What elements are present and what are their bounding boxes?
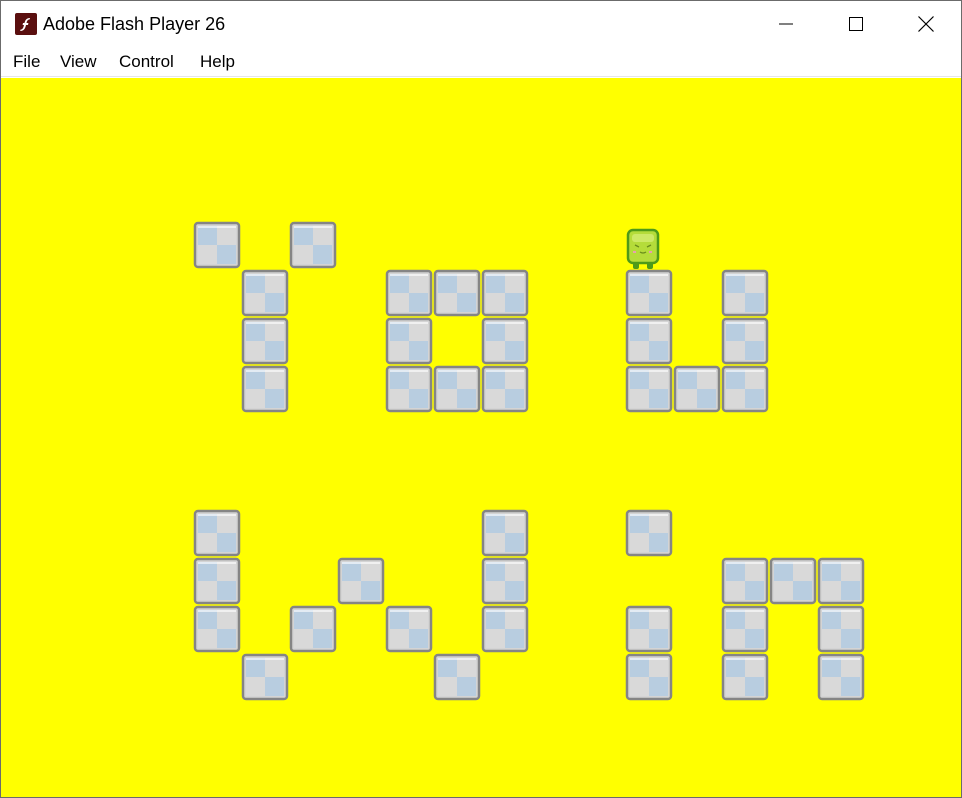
menu-bar: File View Control Help xyxy=(1,47,961,77)
block-tile xyxy=(625,317,673,365)
block-tile xyxy=(433,653,481,701)
block-tile xyxy=(385,365,433,413)
block-tile xyxy=(721,269,769,317)
menu-file[interactable]: File xyxy=(11,52,42,72)
flash-player-icon xyxy=(15,13,37,35)
menu-help[interactable]: Help xyxy=(198,52,237,72)
block-tile xyxy=(433,269,481,317)
block-tile xyxy=(193,557,241,605)
flash-player-window: Adobe Flash Player 26 File View Control … xyxy=(0,0,962,798)
block-tile xyxy=(721,365,769,413)
block-tile xyxy=(433,365,481,413)
block-tile xyxy=(721,605,769,653)
block-tile xyxy=(289,221,337,269)
block-tile xyxy=(625,509,673,557)
maximize-button[interactable] xyxy=(833,1,879,47)
block-tile xyxy=(193,605,241,653)
maximize-icon xyxy=(849,17,863,31)
block-tile xyxy=(721,653,769,701)
block-tile xyxy=(481,509,529,557)
title-bar[interactable]: Adobe Flash Player 26 xyxy=(1,1,961,47)
block-tile xyxy=(241,269,289,317)
block-tile xyxy=(385,317,433,365)
block-tile xyxy=(385,269,433,317)
block-tile xyxy=(241,653,289,701)
game-stage[interactable] xyxy=(1,78,961,797)
block-tile xyxy=(241,365,289,413)
block-tile xyxy=(337,557,385,605)
block-tile xyxy=(481,317,529,365)
close-icon xyxy=(918,16,934,32)
block-tile xyxy=(289,605,337,653)
block-tile xyxy=(817,653,865,701)
game-canvas[interactable] xyxy=(1,78,961,797)
close-button[interactable] xyxy=(903,1,949,47)
block-tile xyxy=(481,605,529,653)
block-tile xyxy=(385,605,433,653)
block-tile xyxy=(721,557,769,605)
minimize-icon xyxy=(779,23,793,25)
block-tile xyxy=(817,605,865,653)
block-tile xyxy=(625,269,673,317)
block-tile xyxy=(241,317,289,365)
block-layer xyxy=(193,221,865,701)
block-tile xyxy=(721,317,769,365)
block-tile xyxy=(673,365,721,413)
minimize-button[interactable] xyxy=(763,1,809,47)
block-tile xyxy=(193,509,241,557)
block-tile xyxy=(817,557,865,605)
block-tile xyxy=(193,221,241,269)
player-character xyxy=(626,228,660,269)
block-tile xyxy=(481,269,529,317)
menu-control[interactable]: Control xyxy=(117,52,176,72)
block-tile xyxy=(481,557,529,605)
block-tile xyxy=(481,365,529,413)
block-tile xyxy=(625,605,673,653)
block-tile xyxy=(625,365,673,413)
block-tile xyxy=(769,557,817,605)
window-title: Adobe Flash Player 26 xyxy=(43,14,226,34)
block-tile xyxy=(625,653,673,701)
menu-view[interactable]: View xyxy=(58,52,99,72)
